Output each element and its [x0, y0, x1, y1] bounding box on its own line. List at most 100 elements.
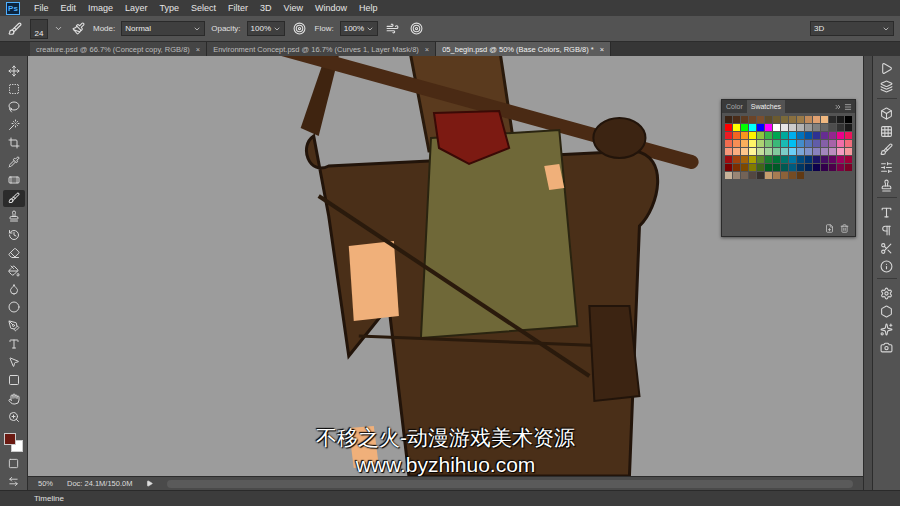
collapse-icon[interactable]	[834, 103, 842, 111]
swatch[interactable]	[789, 156, 796, 163]
swatch[interactable]	[733, 140, 740, 147]
tool-button[interactable]	[3, 335, 25, 352]
swatch[interactable]	[789, 124, 796, 131]
swatch[interactable]	[813, 164, 820, 171]
screen-mode-button[interactable]	[3, 473, 25, 490]
menu-item[interactable]: View	[284, 1, 303, 15]
swatch[interactable]	[765, 156, 772, 163]
swatch[interactable]	[789, 132, 796, 139]
swatch[interactable]	[757, 124, 764, 131]
swatch[interactable]	[821, 164, 828, 171]
swatch[interactable]	[773, 164, 780, 171]
tool-button[interactable]	[3, 98, 25, 115]
sliders-icon[interactable]	[880, 161, 893, 174]
tool-button[interactable]	[3, 372, 25, 389]
swatch[interactable]	[725, 116, 732, 123]
swatch[interactable]	[837, 140, 844, 147]
swatch[interactable]	[773, 124, 780, 131]
flow-field[interactable]: 100%	[340, 21, 378, 36]
vertical-scrollbar[interactable]	[863, 56, 872, 490]
swatch[interactable]	[773, 156, 780, 163]
swatch[interactable]	[765, 140, 772, 147]
hexagon-icon[interactable]	[880, 305, 893, 318]
swatch[interactable]	[781, 172, 788, 179]
horizontal-scrollbar[interactable]	[167, 480, 853, 488]
brush-size[interactable]: 24	[30, 19, 48, 39]
zoom-level[interactable]: 50%	[38, 479, 53, 488]
swatch[interactable]	[789, 116, 796, 123]
swatch[interactable]	[805, 140, 812, 147]
swatch[interactable]	[837, 124, 844, 131]
swatch[interactable]	[813, 124, 820, 131]
dropdown-icon[interactable]	[54, 24, 63, 33]
swatch[interactable]	[797, 124, 804, 131]
swatch[interactable]	[781, 124, 788, 131]
close-button[interactable]: ×	[425, 45, 429, 54]
play-icon[interactable]	[880, 62, 893, 75]
swatch[interactable]	[829, 148, 836, 155]
opacity-field[interactable]: 100%	[247, 21, 285, 36]
menu-item[interactable]: Help	[359, 1, 378, 15]
layers-icon[interactable]	[880, 80, 893, 93]
swatch[interactable]	[821, 132, 828, 139]
tool-button[interactable]	[3, 117, 25, 134]
quick-mask-button[interactable]	[3, 454, 25, 471]
new-swatch-icon[interactable]	[825, 224, 834, 233]
tool-button[interactable]	[3, 354, 25, 371]
swatch[interactable]	[829, 132, 836, 139]
swatch[interactable]	[837, 132, 844, 139]
panel-menu-icon[interactable]	[844, 103, 852, 111]
airbrush-button[interactable]	[384, 20, 402, 38]
tool-button[interactable]	[3, 262, 25, 279]
swatch[interactable]	[765, 164, 772, 171]
swatch[interactable]	[837, 164, 844, 171]
swatch[interactable]	[845, 148, 852, 155]
swatch[interactable]	[741, 172, 748, 179]
swatch[interactable]	[845, 116, 852, 123]
workspace-select[interactable]: 3D	[810, 21, 894, 36]
menu-item[interactable]: Select	[191, 1, 216, 15]
pressure-size-button[interactable]	[408, 20, 426, 38]
pilcrow-icon[interactable]	[880, 224, 893, 237]
timeline-bar[interactable]: Timeline	[0, 490, 900, 506]
swatch[interactable]	[805, 164, 812, 171]
swatch[interactable]	[845, 124, 852, 131]
box-icon[interactable]	[880, 107, 893, 120]
swatch[interactable]	[741, 156, 748, 163]
tool-button[interactable]	[3, 135, 25, 152]
swatch[interactable]	[813, 148, 820, 155]
tool-button[interactable]	[3, 226, 25, 243]
swatch[interactable]	[741, 140, 748, 147]
close-button[interactable]: ×	[196, 45, 200, 54]
menu-item[interactable]: File	[34, 1, 49, 15]
swatch[interactable]	[821, 148, 828, 155]
menu-item[interactable]: Edit	[61, 1, 77, 15]
stamp-icon[interactable]	[880, 179, 893, 192]
swatch[interactable]	[845, 156, 852, 163]
grid-icon[interactable]	[880, 125, 893, 138]
swatch[interactable]	[829, 164, 836, 171]
tool-button[interactable]	[3, 244, 25, 261]
swatch[interactable]	[813, 116, 820, 123]
swatch[interactable]	[797, 140, 804, 147]
swatch[interactable]	[749, 140, 756, 147]
swatch[interactable]	[789, 148, 796, 155]
swatch[interactable]	[797, 156, 804, 163]
document-tab[interactable]: creature.psd @ 66.7% (Concept copy, RGB/…	[30, 42, 207, 56]
swatch[interactable]	[821, 140, 828, 147]
swatch[interactable]	[805, 116, 812, 123]
swatch[interactable]	[725, 148, 732, 155]
swatch[interactable]	[781, 140, 788, 147]
swatch[interactable]	[781, 116, 788, 123]
menu-item[interactable]: Filter	[228, 1, 248, 15]
swatch[interactable]	[733, 172, 740, 179]
swatch[interactable]	[829, 156, 836, 163]
swatch[interactable]	[781, 164, 788, 171]
swatch[interactable]	[757, 116, 764, 123]
tool-preset[interactable]	[6, 20, 24, 38]
swatch[interactable]	[749, 164, 756, 171]
swatch[interactable]	[789, 164, 796, 171]
swatch[interactable]	[829, 116, 836, 123]
swatch[interactable]	[837, 116, 844, 123]
tool-button[interactable]	[3, 299, 25, 316]
